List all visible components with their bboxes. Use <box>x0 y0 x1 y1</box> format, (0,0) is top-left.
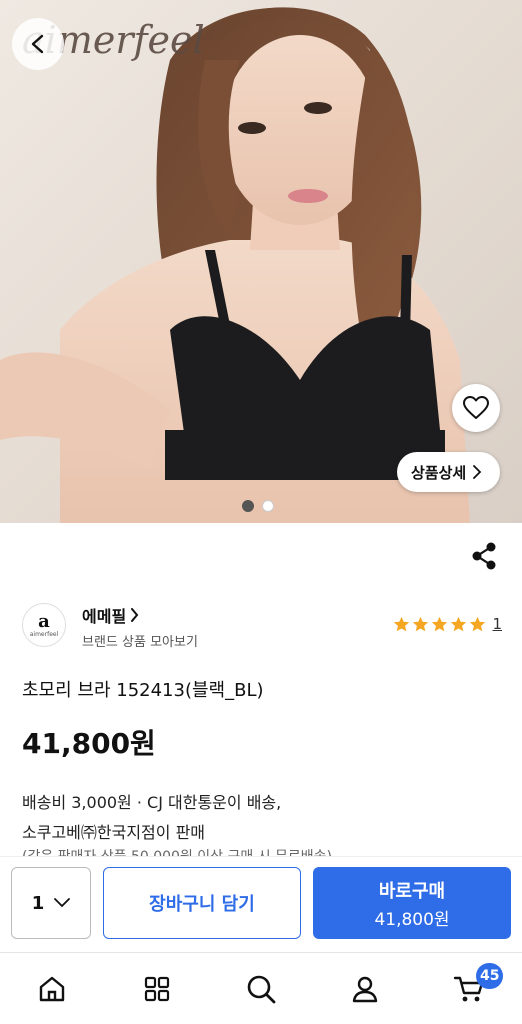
add-to-cart-label: 장바구니 담기 <box>149 894 255 915</box>
seller-info-text: 소쿠고베㈜한국지점이 판매 <box>22 823 206 842</box>
product-photo <box>0 7 470 523</box>
heart-icon <box>463 396 489 419</box>
nav-search[interactable] <box>241 969 281 1009</box>
carousel-indicator <box>242 500 274 512</box>
product-detail-button[interactable]: 상품상세 <box>397 452 501 492</box>
nav-category[interactable] <box>137 969 177 1009</box>
like-button[interactable] <box>452 384 500 432</box>
buy-now-label: 바로구매 <box>378 880 446 902</box>
brand-products-link[interactable]: 브랜드 상품 모아보기 <box>82 631 198 650</box>
buy-now-button[interactable]: 바로구매 41,800원 <box>313 867 511 939</box>
rating[interactable]: 1 <box>393 615 502 633</box>
chevron-right-icon <box>473 465 482 479</box>
quantity-value: 1 <box>31 892 45 914</box>
star-icon <box>413 616 429 631</box>
seller-info: a aimerfeel 에메필 브랜드 상품 모아보기 1 <box>22 603 502 651</box>
add-to-cart-button[interactable]: 장바구니 담기 <box>103 867 301 939</box>
free-shipping-note: (같은 판매자 상품 50,000원 이상 구매 시 무료배송) <box>22 846 332 856</box>
home-icon <box>39 976 65 1002</box>
nav-home[interactable] <box>32 969 72 1009</box>
buy-now-price: 41,800원 <box>374 909 450 930</box>
star-icon <box>470 616 486 631</box>
seller-name: 에메필 <box>82 607 127 626</box>
star-icon <box>394 616 410 631</box>
bottom-nav: 45 <box>0 952 522 1024</box>
carousel-dot[interactable] <box>262 500 274 512</box>
seller-logo-sub: aimerfeel <box>29 630 59 638</box>
category-icon <box>144 976 170 1002</box>
chevron-right-icon <box>131 608 139 622</box>
purchase-bar: 1 장바구니 담기 바로구매 41,800원 <box>0 856 522 952</box>
cart-badge: 45 <box>476 963 504 989</box>
search-icon <box>247 975 276 1004</box>
my-page-icon <box>352 976 378 1003</box>
product-page: aimerfeel 상품상세 a aimerfeel 에메필 브랜드 상품 모아… <box>0 0 522 1024</box>
share-button[interactable] <box>468 540 500 572</box>
back-button[interactable] <box>12 18 64 70</box>
star-icon <box>432 616 448 631</box>
product-price: 41,800원 <box>22 727 156 760</box>
chevron-left-icon <box>31 34 44 54</box>
seller-logo-letter: a <box>38 610 50 632</box>
product-image-carousel[interactable]: aimerfeel 상품상세 <box>0 0 522 523</box>
product-name: 초모리 브라 152413(블랙_BL) <box>22 680 264 701</box>
chevron-down-icon <box>54 898 71 908</box>
rating-count[interactable]: 1 <box>492 615 502 633</box>
seller-name-link[interactable]: 에메필 <box>82 603 139 627</box>
product-detail-label: 상품상세 <box>411 463 467 482</box>
shipping-info: 배송비 3,000원 · CJ 대한통운이 배송, <box>22 793 282 812</box>
quantity-select[interactable]: 1 <box>11 867 91 939</box>
seller-logo[interactable]: a aimerfeel <box>22 603 66 647</box>
carousel-dot-active[interactable] <box>242 500 254 512</box>
share-icon <box>472 542 496 570</box>
nav-my-page[interactable] <box>345 969 385 1009</box>
star-icon <box>451 616 467 631</box>
